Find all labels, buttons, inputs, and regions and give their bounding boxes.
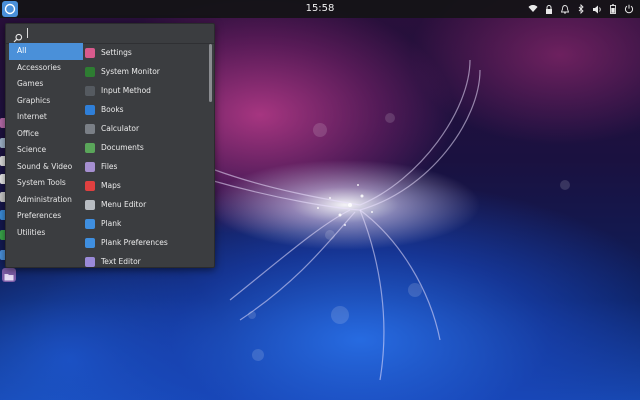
app-item-files[interactable]: Files bbox=[83, 157, 207, 176]
category-system-tools[interactable]: System Tools bbox=[9, 175, 83, 192]
clock[interactable]: 15:58 bbox=[300, 2, 340, 16]
power-icon[interactable] bbox=[624, 4, 634, 14]
app-item-settings[interactable]: Settings bbox=[83, 43, 207, 62]
app-item-label: Input Method bbox=[101, 86, 151, 95]
top-panel: 15:58 bbox=[0, 0, 640, 18]
app-item-label: Plank bbox=[101, 219, 122, 228]
app-item-label: Maps bbox=[101, 181, 121, 190]
plank-icon bbox=[85, 218, 95, 229]
app-item-text-editor[interactable]: Text Editor bbox=[83, 252, 207, 267]
dock-files-launcher[interactable] bbox=[2, 268, 16, 282]
app-item-label: Plank Preferences bbox=[101, 238, 168, 247]
application-menu: All Accessories Games Graphics Internet Offic… bbox=[5, 23, 215, 268]
app-launcher-button[interactable] bbox=[2, 1, 18, 17]
folder-icon bbox=[4, 266, 14, 285]
category-administration[interactable]: Administration bbox=[9, 192, 83, 209]
app-item-input-method[interactable]: Input Method bbox=[83, 81, 207, 100]
search-bar bbox=[6, 24, 214, 44]
app-item-label: Menu Editor bbox=[101, 200, 147, 209]
launcher-icon bbox=[4, 0, 16, 19]
app-item-label: Calculator bbox=[101, 124, 140, 133]
category-internet[interactable]: Internet bbox=[9, 109, 83, 126]
menu-editor-icon bbox=[85, 199, 95, 210]
text-editor-icon bbox=[85, 256, 95, 267]
bell-icon[interactable] bbox=[560, 4, 570, 14]
app-item-label: Settings bbox=[101, 48, 132, 57]
app-item-label: System Monitor bbox=[101, 67, 160, 76]
files-icon bbox=[85, 161, 95, 172]
input-method-icon bbox=[85, 85, 95, 96]
category-utilities[interactable]: Utilities bbox=[9, 225, 83, 242]
volume-icon[interactable] bbox=[592, 4, 602, 14]
battery-icon[interactable] bbox=[608, 4, 618, 14]
calculator-icon bbox=[85, 123, 95, 134]
app-item-documents[interactable]: Documents bbox=[83, 138, 207, 157]
system-tray bbox=[528, 2, 634, 16]
category-all[interactable]: All bbox=[9, 43, 83, 60]
app-item-maps[interactable]: Maps bbox=[83, 176, 207, 195]
category-sound-video[interactable]: Sound & Video bbox=[9, 159, 83, 176]
app-item-label: Text Editor bbox=[101, 257, 141, 266]
category-office[interactable]: Office bbox=[9, 126, 83, 143]
app-list: Settings System Monitor Input Method Books C… bbox=[83, 43, 207, 267]
books-icon bbox=[85, 104, 95, 115]
category-science[interactable]: Science bbox=[9, 142, 83, 159]
app-item-plank-preferences[interactable]: Plank Preferences bbox=[83, 233, 207, 252]
wifi-icon[interactable] bbox=[528, 4, 538, 14]
category-list: All Accessories Games Graphics Internet Offic… bbox=[9, 43, 83, 241]
settings-icon bbox=[85, 47, 95, 58]
app-list-scrollbar[interactable] bbox=[209, 44, 212, 102]
category-preferences[interactable]: Preferences bbox=[9, 208, 83, 225]
maps-icon bbox=[85, 180, 95, 191]
documents-icon bbox=[85, 142, 95, 153]
lock-icon[interactable] bbox=[544, 4, 554, 14]
app-item-label: Files bbox=[101, 162, 118, 171]
search-input[interactable] bbox=[26, 26, 206, 41]
category-games[interactable]: Games bbox=[9, 76, 83, 93]
app-item-books[interactable]: Books bbox=[83, 100, 207, 119]
app-item-system-monitor[interactable]: System Monitor bbox=[83, 62, 207, 81]
search-icon bbox=[13, 28, 23, 43]
category-accessories[interactable]: Accessories bbox=[9, 60, 83, 77]
app-item-menu-editor[interactable]: Menu Editor bbox=[83, 195, 207, 214]
category-graphics[interactable]: Graphics bbox=[9, 93, 83, 110]
app-item-plank[interactable]: Plank bbox=[83, 214, 207, 233]
plank-preferences-icon bbox=[85, 237, 95, 248]
app-item-label: Documents bbox=[101, 143, 144, 152]
bluetooth-icon[interactable] bbox=[576, 4, 586, 14]
app-item-calculator[interactable]: Calculator bbox=[83, 119, 207, 138]
text-caret bbox=[27, 28, 28, 38]
app-item-label: Books bbox=[101, 105, 124, 114]
system-monitor-icon bbox=[85, 66, 95, 77]
